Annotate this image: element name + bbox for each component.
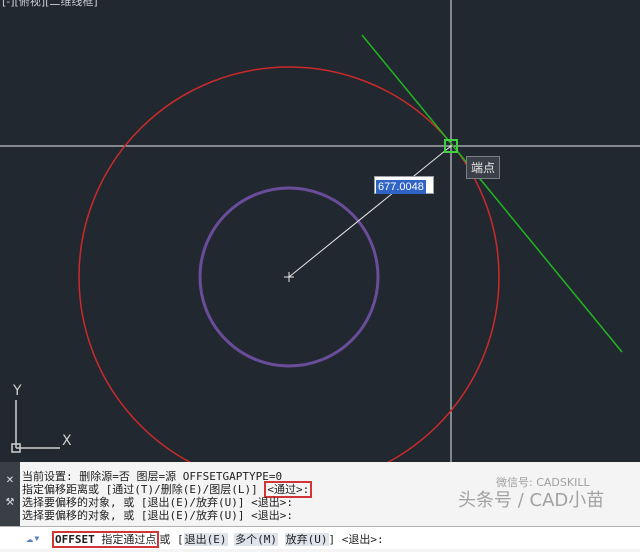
command-default: <退出>: [341, 533, 384, 546]
option-undo[interactable]: 放弃(U) [284, 533, 329, 546]
customize-wrench-icon[interactable]: ⚒ [5, 498, 15, 508]
history-line-text: 选择要偏移的对象, 或 [退出(E)/放弃(U)] <退出>: [22, 509, 293, 522]
current-command-box: OFFSET 指定通过点 [52, 531, 160, 548]
snap-tooltip: 端点 [466, 156, 501, 179]
ucs-icon [11, 400, 60, 453]
option-exit[interactable]: 退出(E) [183, 533, 228, 546]
command-prompt-icon[interactable]: ☁▾ [26, 531, 40, 545]
command-name: OFFSET [55, 533, 95, 546]
drawing-canvas[interactable]: [-][俯视][二维线框] 677.0048 端点 Y X [0, 0, 640, 462]
command-prompt-row: OFFSET 指定通过点或 [退出(E) 多个(M) 放弃(U)] <退出>: [52, 531, 384, 548]
command-window-sidebar: ✕ ⚒ [0, 462, 20, 528]
viewport-controls-label[interactable]: [-][俯视][二维线框] [2, 0, 98, 9]
dynamic-input-box[interactable]: 677.0048 [374, 176, 434, 194]
ucs-y-label: Y [13, 383, 22, 399]
history-line-text: 选择要偏移的对象, 或 [退出(E)/放弃(U)] <退出>: [22, 496, 293, 509]
history-line-text: 当前设置: 删除源=否 图层=源 OFFSETGAPTYPE=0 [22, 470, 283, 483]
history-line: 选择要偏移的对象, 或 [退出(E)/放弃(U)] <退出>: [22, 509, 312, 522]
command-history: 当前设置: 删除源=否 图层=源 OFFSETGAPTYPE=0 指定偏移距离或… [22, 470, 313, 522]
history-line: 选择要偏移的对象, 或 [退出(E)/放弃(U)] <退出>: [22, 496, 312, 509]
command-connector: 或 [159, 533, 171, 546]
drawing-svg [0, 0, 640, 462]
close-icon[interactable]: ✕ [5, 476, 15, 486]
command-prompt-text: 指定通过点 [101, 533, 157, 546]
command-input-line[interactable]: ☁▾ OFFSET 指定通过点或 [退出(E) 多个(M) 放弃(U)] <退出… [0, 526, 640, 549]
watermark-toutiao: 头条号 / CAD小苗 [458, 490, 605, 511]
history-line: 指定偏移距离或 [通过(T)/删除(E)/图层(L)] <通过>: [22, 481, 313, 498]
offset-rubberband-line [288, 145, 452, 278]
history-line-text: 指定偏移距离或 [通过(T)/删除(E)/图层(L)] [22, 483, 265, 496]
option-multiple[interactable]: 多个(M) [234, 533, 278, 546]
ucs-x-label: X [62, 433, 72, 449]
dimension-value[interactable]: 677.0048 [376, 180, 426, 194]
